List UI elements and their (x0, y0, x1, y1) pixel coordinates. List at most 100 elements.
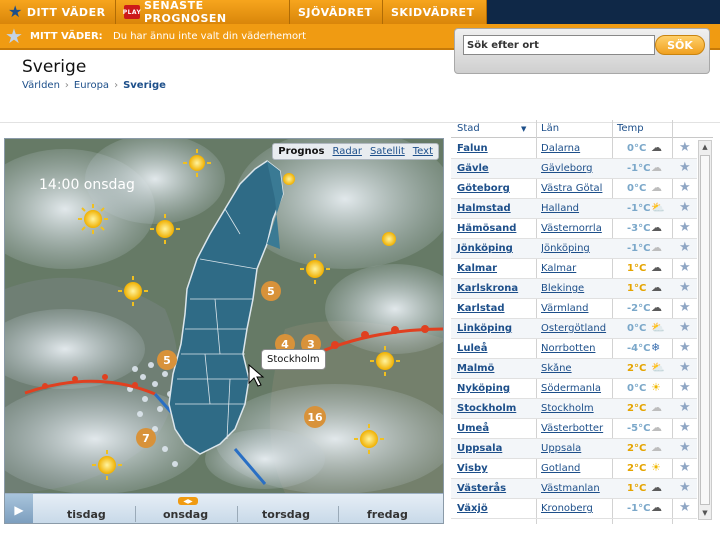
city-link[interactable]: Karlskrona (457, 283, 518, 294)
county-link[interactable]: Västernorrla (541, 223, 611, 234)
favorite-star-icon[interactable]: ★ (679, 301, 691, 315)
county-link[interactable]: Södermanla (541, 383, 611, 394)
county-link[interactable]: Halland (541, 203, 611, 214)
favorite-star-icon[interactable]: ★ (679, 481, 691, 495)
city-link[interactable]: Stockholm (457, 403, 516, 414)
table-row[interactable]: Karlskrona Blekinge 1°C ☁ ★ (451, 279, 697, 299)
county-link[interactable]: Kalmar (541, 263, 611, 274)
favorite-star-icon[interactable]: ★ (679, 161, 691, 175)
scrollbar[interactable]: ▲ ▼ (698, 140, 712, 520)
county-link[interactable]: Norrbotten (541, 343, 611, 354)
header-county[interactable]: Län (541, 123, 559, 134)
county-link[interactable]: Västerbotter (541, 423, 611, 434)
scroll-thumb[interactable] (700, 155, 710, 505)
city-link[interactable]: Umeå (457, 423, 489, 434)
city-link[interactable]: Kalmar (457, 263, 497, 274)
search-button[interactable]: SÖK (655, 35, 705, 55)
city-link[interactable]: Gävle (457, 163, 489, 174)
sort-down-icon[interactable]: ▼ (521, 125, 526, 133)
scroll-up-icon[interactable]: ▲ (699, 141, 711, 153)
table-row[interactable]: Malmö Skåne 2°C ⛅ ★ (451, 359, 697, 379)
county-link[interactable]: Västra Götal (541, 183, 611, 194)
favorite-star-icon[interactable]: ★ (679, 361, 691, 375)
play-button[interactable]: ▶ (5, 494, 33, 523)
table-row[interactable]: Linköping Östergötland 0°C ⛅ ★ (451, 319, 697, 339)
tab-sjovadret[interactable]: SJÖVÄDRET (290, 0, 383, 24)
county-link[interactable]: Västmanlan (541, 483, 611, 494)
table-row[interactable]: Göteborg Västra Götal 0°C ☁ ★ (451, 179, 697, 199)
county-link[interactable]: Gotland (541, 463, 611, 474)
table-row[interactable]: Växjö Kronoberg -1°C ☁ ★ (451, 499, 697, 519)
table-row[interactable]: Västerås Västmanlan 1°C ☁ ★ (451, 479, 697, 499)
favorite-star-icon[interactable]: ★ (679, 261, 691, 275)
weather-map[interactable]: 5 4 3 5 7 16 14:00 onsdag Prognos Radar … (4, 138, 444, 524)
search-input[interactable] (463, 35, 655, 55)
county-link[interactable]: Blekinge (541, 283, 611, 294)
forecast-timeline[interactable]: ▶ ◀▶ tisdag onsdag torsdag fredag (5, 493, 443, 523)
favorite-star-icon[interactable]: ★ (679, 241, 691, 255)
favorite-star-icon[interactable]: ★ (679, 501, 691, 515)
county-link[interactable]: Jönköping (541, 243, 611, 254)
favorite-star-icon[interactable]: ★ (679, 461, 691, 475)
tab-skidvadret[interactable]: SKIDVÄDRET (383, 0, 487, 24)
table-row[interactable]: Halmstad Halland -1°C ⛅ ★ (451, 199, 697, 219)
table-row[interactable]: Stockholm Stockholm 2°C ☁ ★ (451, 399, 697, 419)
city-link[interactable]: Luleå (457, 343, 487, 354)
favorite-star-icon[interactable]: ★ (679, 321, 691, 335)
breadcrumb-europe[interactable]: Europa (74, 80, 109, 91)
county-link[interactable]: Värmland (541, 303, 611, 314)
city-link[interactable]: Malmö (457, 363, 494, 374)
favorite-star-icon[interactable]: ★ (679, 221, 691, 235)
city-link[interactable]: Linköping (457, 323, 512, 334)
table-row[interactable]: Uppsala Uppsala 2°C ☁ ★ (451, 439, 697, 459)
tab-prognos[interactable]: Prognos (278, 146, 324, 157)
favorite-star-icon[interactable]: ★ (679, 141, 691, 155)
tab-text[interactable]: Text (413, 146, 433, 157)
scroll-down-icon[interactable]: ▼ (699, 507, 711, 519)
favorite-star-icon[interactable]: ★ (679, 201, 691, 215)
breadcrumb-world[interactable]: Världen (22, 80, 60, 91)
favorite-star-icon[interactable]: ★ (679, 341, 691, 355)
table-row[interactable]: Falun Dalarna 0°C ☁ ★ (451, 139, 697, 159)
favorite-star-icon[interactable]: ★ (679, 421, 691, 435)
tab-ditt-vader[interactable]: ★ DITT VÄDER (0, 0, 116, 24)
day-tisdag[interactable]: tisdag (67, 508, 106, 521)
county-link[interactable]: Kronoberg (541, 503, 611, 514)
city-link[interactable]: Halmstad (457, 203, 511, 214)
city-link[interactable]: Växjö (457, 503, 488, 514)
county-link[interactable]: Dalarna (541, 143, 611, 154)
header-temp[interactable]: Temp (617, 123, 644, 134)
day-onsdag[interactable]: onsdag (163, 508, 208, 521)
city-link[interactable]: Karlstad (457, 303, 505, 314)
table-row[interactable]: Nyköping Södermanla 0°C ☀ ★ (451, 379, 697, 399)
table-row[interactable]: Hämösand Västernorrla -3°C ☁ ★ (451, 219, 697, 239)
city-link[interactable]: Nyköping (457, 383, 510, 394)
city-link[interactable]: Uppsala (457, 443, 502, 454)
county-link[interactable]: Stockholm (541, 403, 611, 414)
timeline-handle[interactable]: ◀▶ (178, 497, 198, 505)
table-row[interactable]: Gävle Gävleborg -1°C ☁ ★ (451, 159, 697, 179)
table-row[interactable]: Kalmar Kalmar 1°C ☁ ★ (451, 259, 697, 279)
city-link[interactable]: Göteborg (457, 183, 510, 194)
city-link[interactable]: Västerås (457, 483, 506, 494)
table-row[interactable]: Jönköping Jönköping -1°C ☁ ★ (451, 239, 697, 259)
tab-satellit[interactable]: Satellit (370, 146, 405, 157)
county-link[interactable]: Östergötland (541, 323, 611, 334)
favorite-star-icon[interactable]: ★ (679, 381, 691, 395)
city-link[interactable]: Falun (457, 143, 488, 154)
tab-label[interactable]: SENASTE PROGNOSEN (144, 0, 281, 25)
table-row[interactable]: Luleå Norrbotten -4°C ❄ ★ (451, 339, 697, 359)
favorite-star-icon[interactable]: ★ (679, 401, 691, 415)
county-link[interactable]: Uppsala (541, 443, 611, 454)
header-city[interactable]: Stad (457, 123, 480, 134)
county-link[interactable]: Gävleborg (541, 163, 611, 174)
city-link[interactable]: Visby (457, 463, 488, 474)
favorite-star-icon[interactable]: ★ (679, 441, 691, 455)
tab-radar[interactable]: Radar (333, 146, 362, 157)
table-row[interactable]: Karlstad Värmland -2°C ☁ ★ (451, 299, 697, 319)
city-link[interactable]: Hämösand (457, 223, 516, 234)
day-torsdag[interactable]: torsdag (262, 508, 310, 521)
city-link[interactable]: Jönköping (457, 243, 513, 254)
table-row[interactable]: Umeå Västerbotter -5°C ☁ ★ (451, 419, 697, 439)
tab-senaste-prognosen[interactable]: PLAY SENASTE PROGNOSEN (116, 0, 290, 25)
